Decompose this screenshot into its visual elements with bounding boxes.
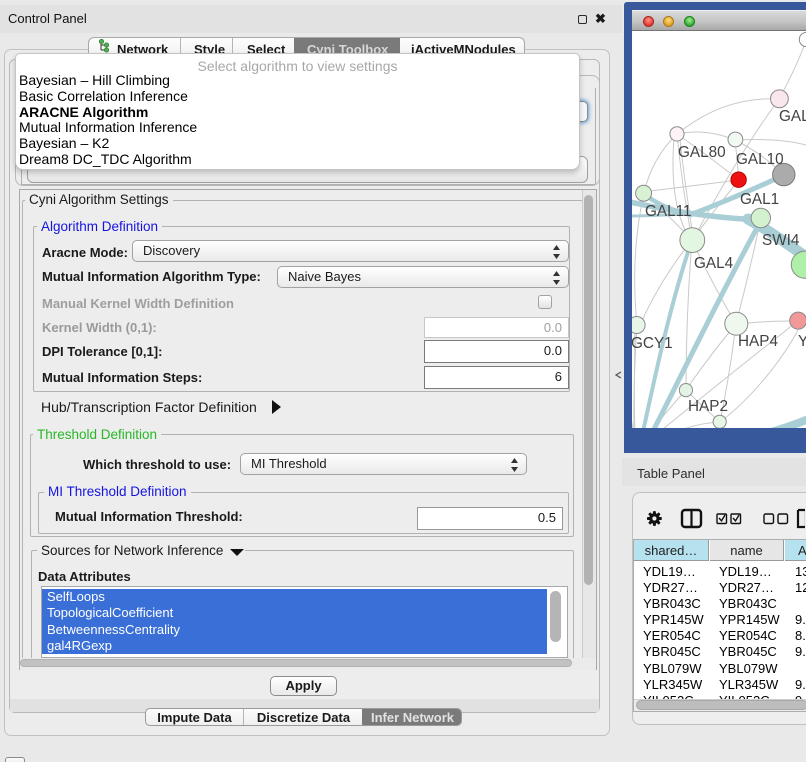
svg-text:SWI4: SWI4 xyxy=(762,232,800,249)
svg-text:GAL80: GAL80 xyxy=(678,144,726,161)
svg-text:GAL11: GAL11 xyxy=(645,203,692,220)
svg-text:GAL4: GAL4 xyxy=(694,255,734,272)
svg-text:HAP4: HAP4 xyxy=(738,333,778,350)
svg-text:GAL7: GAL7 xyxy=(779,108,806,125)
svg-text:YJ: YJ xyxy=(798,333,806,350)
svg-text:GAL1: GAL1 xyxy=(740,191,779,208)
svg-text:HAP2: HAP2 xyxy=(688,398,728,415)
svg-text:GCY1: GCY1 xyxy=(632,335,673,352)
svg-text:GAL10: GAL10 xyxy=(736,151,784,168)
